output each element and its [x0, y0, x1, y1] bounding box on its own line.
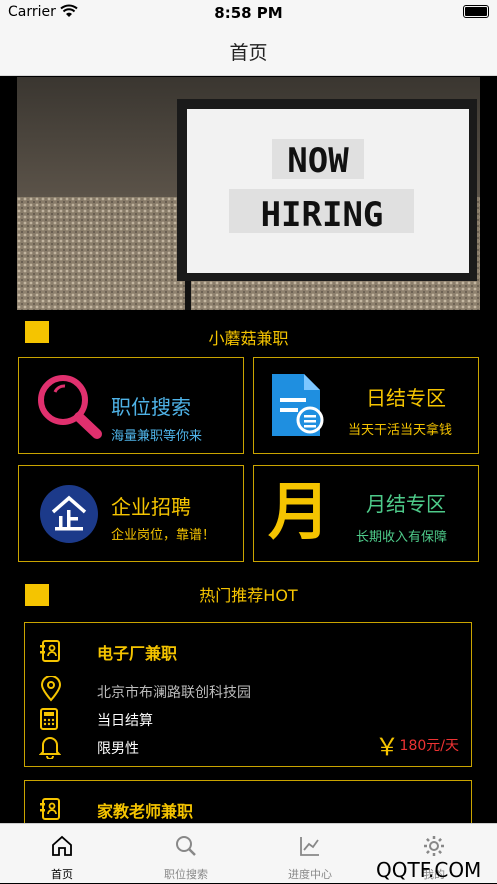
tab-label: 进度中心 [288, 868, 332, 881]
month-icon: 月 [268, 475, 331, 548]
enterprise-icon [39, 484, 99, 548]
tab-home[interactable]: 首页 [0, 824, 124, 884]
job-settlement: 当日结算 [97, 713, 153, 729]
job-address: 北京市布澜路联创科技园 [97, 685, 251, 701]
card-title: 职位搜索 [111, 395, 191, 419]
section-title-hot: 热门推荐HOT [199, 586, 298, 605]
job-card[interactable]: 电子厂兼职 北京市布澜路联创科技园 当日结算 限男性 ￥ 180元/天 [24, 622, 472, 767]
bell-icon [38, 735, 62, 763]
card-subtitle: 海量兼职等你来 [111, 429, 203, 444]
card-monthly-pay[interactable]: 月 月结专区 长期收入有保障 [253, 465, 479, 562]
search-icon [176, 836, 196, 856]
document-icon [266, 370, 328, 446]
sign-line-1: NOW [287, 141, 349, 181]
card-title: 企业招聘 [111, 495, 191, 519]
section-title-primary: 小蘑菇兼职 [208, 329, 289, 348]
page-title: 首页 [229, 42, 268, 64]
card-daily-pay[interactable]: 日结专区 当天干活当天拿钱 [253, 357, 479, 454]
status-bar: Carrier 8:58 PM [0, 0, 497, 26]
calculator-icon [39, 708, 59, 734]
card-title: 日结专区 [366, 386, 446, 410]
tab-job-search[interactable]: 职位搜索 [124, 824, 248, 884]
card-subtitle: 长期收入有保障 [356, 530, 448, 545]
currency-icon: ￥ [375, 733, 399, 761]
tab-label: 职位搜索 [164, 868, 208, 881]
chart-icon [300, 837, 319, 856]
job-name: 家教老师兼职 [97, 802, 194, 821]
tab-progress[interactable]: 进度中心 [248, 824, 372, 884]
job-gender: 限男性 [97, 741, 139, 757]
tab-label: 首页 [51, 868, 73, 881]
magnifier-icon [35, 374, 105, 446]
card-job-search[interactable]: 职位搜索 海量兼职等你来 [18, 357, 244, 454]
card-title: 月结专区 [366, 492, 446, 516]
navigation-bar: 首页 [0, 26, 497, 76]
job-icon [39, 639, 63, 667]
battery-icon [463, 5, 489, 18]
card-subtitle: 当天干活当天拿钱 [348, 423, 453, 438]
sign-line-2: HIRING [261, 195, 384, 235]
job-price: 180元/天 [399, 738, 459, 754]
job-icon [39, 797, 63, 825]
job-name: 电子厂兼职 [97, 644, 178, 663]
clock: 8:58 PM [214, 4, 283, 22]
watermark: QQTF.COM [376, 858, 482, 882]
hero-banner[interactable]: NOW HIRING [17, 77, 480, 310]
card-enterprise[interactable]: 企业招聘 企业岗位，靠谱！ [18, 465, 244, 562]
home-icon [52, 835, 72, 856]
location-icon [39, 675, 63, 706]
gear-icon [424, 836, 444, 856]
card-subtitle: 企业岗位，靠谱！ [111, 528, 216, 543]
